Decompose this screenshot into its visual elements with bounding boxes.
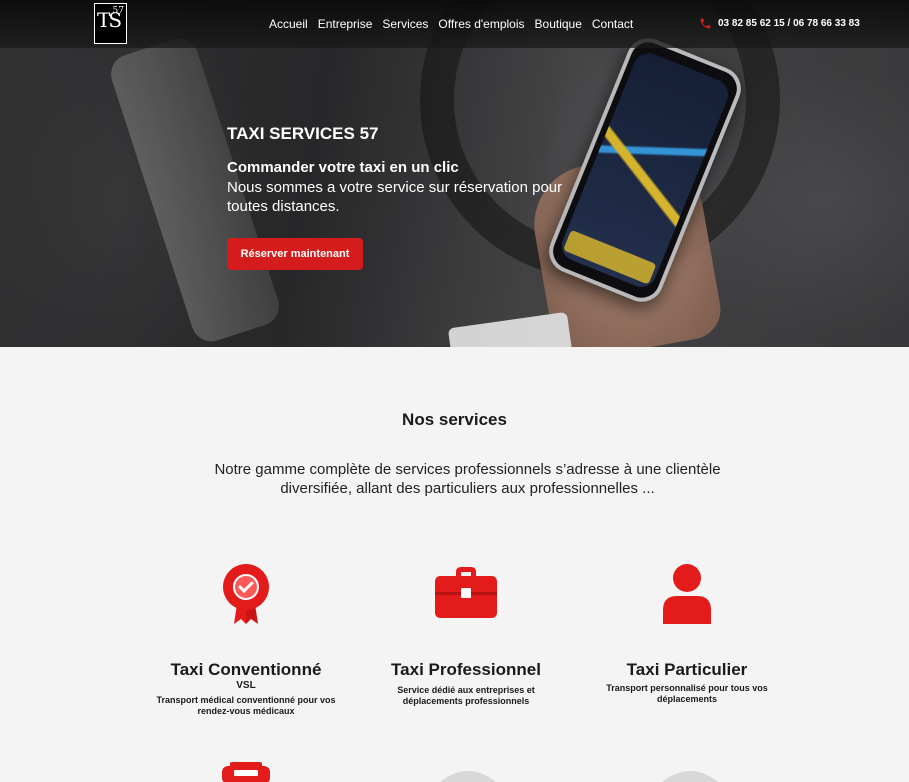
phone-numbers: 03 82 85 62 15 / 06 78 66 33 83 [718, 18, 860, 29]
nav-entreprise[interactable]: Entreprise [318, 17, 373, 31]
hero-description: Nous sommes a votre service sur réservat… [227, 179, 563, 215]
user-icon [663, 564, 711, 624]
book-now-button[interactable]: Réserver maintenant [227, 238, 363, 270]
nav-contact[interactable]: Contact [592, 17, 633, 31]
service-tag: VSL [236, 680, 256, 691]
nav-services[interactable]: Services [382, 17, 428, 31]
taxi-icon [222, 762, 270, 782]
service-name: Taxi Particulier [626, 660, 748, 679]
briefcase-icon [435, 567, 497, 618]
service-card-conventionne[interactable]: Taxi Conventionné VSL Transport médical … [146, 564, 346, 716]
service-description: Transport personnalisé pour tous vos dép… [606, 683, 768, 704]
site-header: TS 57 Accueil Entreprise Services Offres… [0, 0, 909, 48]
badge-check-icon [223, 564, 269, 624]
service-name: Taxi Professionnel [391, 660, 541, 679]
service-card-professionnel[interactable]: Taxi Professionnel Service dédié aux ent… [366, 564, 566, 714]
main-nav: Accueil Entreprise Services Offres d'emp… [269, 17, 633, 31]
site-logo[interactable]: TS 57 [94, 3, 127, 44]
logo-number: 57 [112, 6, 124, 16]
service-description: Transport médical conventionné pour vos … [156, 695, 336, 716]
service-icon-partial [662, 771, 718, 782]
service-name: Taxi Conventionné [170, 660, 322, 679]
hero-subtitle: Commander votre taxi en un clic [227, 159, 459, 176]
nav-accueil[interactable]: Accueil [269, 17, 308, 31]
hero-title: TAXI SERVICES 57 [227, 124, 379, 143]
nav-boutique[interactable]: Boutique [535, 17, 582, 31]
header-phone[interactable]: 03 82 85 62 15 / 06 78 66 33 83 [699, 17, 860, 30]
services-intro: Notre gamme complète de services profess… [214, 461, 721, 497]
nav-offres-emplois[interactable]: Offres d'emplois [438, 17, 524, 31]
service-description: Service dédié aux entreprises et déplace… [397, 685, 535, 706]
services-title: Nos services [402, 410, 507, 429]
service-card-particulier[interactable]: Taxi Particulier Transport personnalisé … [587, 564, 787, 714]
service-icon-partial [440, 771, 496, 782]
phone-icon [700, 18, 711, 29]
